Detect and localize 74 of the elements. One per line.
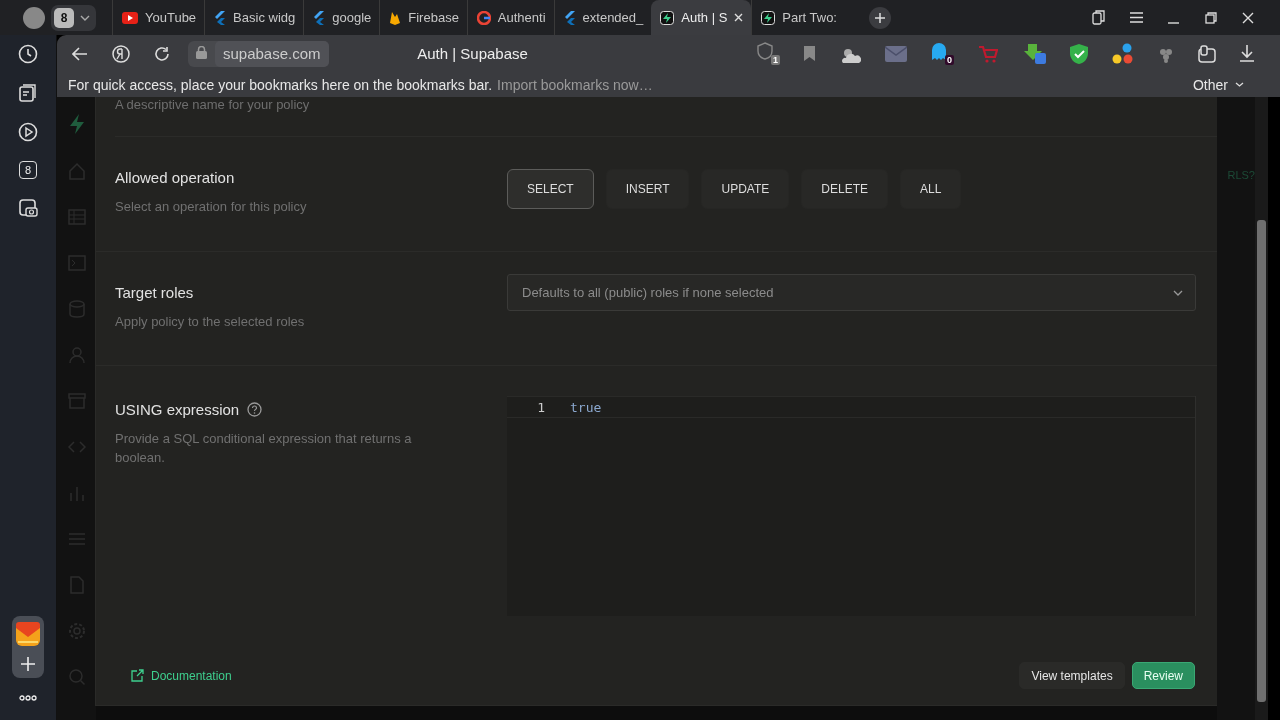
section-title: USING expression: [115, 401, 240, 418]
roles-dropdown[interactable]: Defaults to all (public) roles if none selected: [507, 274, 1196, 311]
copy-icon[interactable]: [1092, 10, 1105, 25]
caret-icon: [80, 14, 90, 21]
sidebar-icon[interactable]: [1198, 44, 1216, 63]
browser-tab[interactable]: Auth | S: [651, 0, 752, 35]
shield-check-icon[interactable]: [1070, 43, 1088, 64]
operation-button[interactable]: SELECT: [507, 169, 594, 209]
scrollbar[interactable]: [1255, 97, 1268, 720]
shield-icon: [757, 42, 773, 60]
close-icon[interactable]: [1242, 11, 1254, 24]
code-editor[interactable]: 1 true: [507, 396, 1196, 616]
tab-group-button[interactable]: 8: [51, 4, 96, 31]
google-logo-icon: [476, 10, 491, 25]
chevron-icon: [1173, 289, 1183, 296]
operation-button[interactable]: UPDATE: [701, 169, 790, 209]
caret-icon: [1235, 82, 1244, 87]
new-tab-button[interactable]: [869, 6, 891, 29]
more-icon[interactable]: [19, 695, 37, 701]
shield-extension-button[interactable]: 1: [757, 42, 780, 65]
badge-count: 1: [771, 55, 780, 65]
address-bar[interactable]: supabase.com: [188, 40, 329, 67]
menu-icon[interactable]: [1130, 12, 1143, 23]
field-hint: A descriptive name for your policy: [115, 97, 1217, 137]
ghost-extension-button[interactable]: 0: [931, 42, 954, 65]
clock-icon[interactable]: [18, 44, 38, 64]
flutter-logo-icon: [563, 10, 576, 25]
operation-button[interactable]: DELETE: [801, 169, 888, 209]
flutter-logo-icon: [214, 10, 227, 25]
tab-count-badge: 8: [54, 7, 74, 28]
play-logo-icon: [122, 11, 138, 24]
bookmarks-hint: For quick access, place your bookmarks here on the bookmarks bar.: [68, 76, 493, 93]
flutter-logo-icon: [313, 10, 326, 25]
page-title: Auth | Supabase: [416, 45, 529, 62]
section-title: Target roles: [115, 284, 194, 301]
section-title: Allowed operation: [115, 169, 235, 186]
browser-logo-icon[interactable]: [112, 44, 130, 63]
other-bookmarks-button[interactable]: Other: [1193, 76, 1244, 93]
dots-icon[interactable]: [1112, 42, 1134, 65]
download-arrow-icon[interactable]: [1022, 43, 1046, 64]
play-icon[interactable]: [18, 122, 38, 142]
avatar[interactable]: [23, 6, 45, 29]
plus-icon[interactable]: [20, 656, 36, 672]
lock-icon: [196, 46, 207, 59]
ghost-icon: [931, 42, 947, 60]
counter-button[interactable]: 8: [19, 161, 37, 179]
bolt-logo-icon: [761, 10, 776, 25]
bolt-logo-icon: [68, 114, 85, 134]
mail-app-icon[interactable]: [16, 622, 40, 646]
operation-button[interactable]: INSERT: [605, 169, 690, 209]
bolt-logo-icon: [660, 10, 675, 25]
plus-icon: [875, 12, 885, 23]
section-description: Provide a SQL conditional expression that returns a boolean.: [115, 430, 413, 467]
bookmark-icon[interactable]: [804, 46, 815, 61]
notes-icon[interactable]: [18, 83, 38, 103]
external-link-icon: [131, 669, 144, 682]
download-icon[interactable]: [1240, 45, 1254, 62]
import-bookmarks-link[interactable]: Import bookmarks now…: [497, 76, 653, 93]
help-icon[interactable]: [247, 402, 263, 417]
flame-logo-icon: [389, 10, 402, 25]
review-button[interactable]: Review: [1131, 662, 1195, 689]
badge-count: 0: [945, 55, 954, 65]
code-text: true: [570, 399, 602, 415]
restore-icon[interactable]: [1205, 11, 1217, 24]
section-description: Select an operation for this policy: [115, 198, 308, 216]
reload-icon[interactable]: [154, 45, 170, 62]
close-icon[interactable]: [734, 13, 744, 22]
section-description: Apply policy to the selected roles: [115, 313, 306, 331]
templates-button[interactable]: View templates: [1019, 662, 1125, 689]
operation-button[interactable]: ALL: [899, 169, 962, 209]
back-icon[interactable]: [72, 46, 88, 61]
line-number: 1: [536, 399, 545, 415]
screenshot-icon[interactable]: [18, 198, 38, 218]
documentation-link[interactable]: Documentation: [131, 668, 232, 683]
